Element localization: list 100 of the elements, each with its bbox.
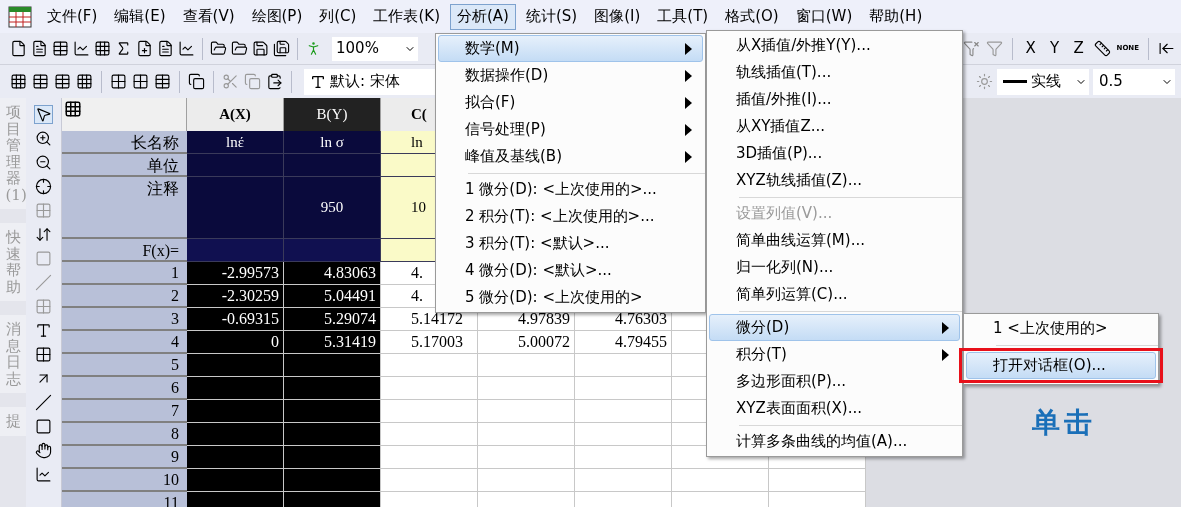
ruler-icon[interactable] — [1093, 40, 1111, 57]
chart-icon[interactable] — [35, 466, 52, 483]
text-tool-icon[interactable] — [35, 322, 52, 339]
row-header: 10 — [62, 469, 187, 492]
add-file-icon[interactable] — [136, 40, 153, 57]
line-width-dropdown[interactable]: 0.5 — [1093, 68, 1175, 95]
menu-item[interactable]: 列(C) — [312, 3, 364, 30]
line-icon[interactable] — [35, 394, 52, 411]
menu-item[interactable]: 多边形面积(P)... — [709, 368, 960, 395]
menu-item[interactable]: 工作表(K) — [366, 3, 447, 30]
axis-button[interactable]: Z — [1069, 37, 1088, 60]
menu-item[interactable]: 格式(O) — [718, 3, 786, 30]
menu-item[interactable]: XYZ表面面积(X)... — [709, 395, 960, 422]
font-icon — [310, 73, 326, 90]
row-header: 2 — [62, 285, 187, 308]
corner-cell[interactable] — [62, 98, 187, 131]
row-header: 9 — [62, 446, 187, 469]
submenu-arrow-icon — [685, 96, 692, 109]
menu-item[interactable]: 归一化列(N)... — [709, 254, 960, 281]
filter-icon[interactable] — [962, 40, 980, 57]
menu-item[interactable]: 打开对话框(O)... — [966, 352, 1156, 379]
table-cell: -2.30259 — [187, 285, 284, 308]
arrows-icon[interactable] — [35, 226, 52, 243]
table-icon[interactable] — [54, 73, 71, 90]
row-header: F(x)= — [62, 239, 187, 262]
menu-item[interactable]: 统计(S) — [518, 3, 585, 30]
zoom-dropdown[interactable]: 100% — [332, 36, 418, 61]
menu-item[interactable]: 积分(T) — [709, 341, 960, 368]
crosshair-icon[interactable] — [35, 178, 52, 195]
submenu-arrow-icon — [685, 42, 692, 55]
menu-item[interactable]: 帮助(H) — [862, 3, 930, 30]
annotation-text: 单击 — [1032, 405, 1096, 441]
matrix-icon[interactable] — [94, 40, 111, 57]
row-header: 5 — [62, 354, 187, 377]
menu-item[interactable]: 工具(T) — [650, 3, 716, 30]
notes-icon[interactable] — [157, 40, 174, 57]
menu-item[interactable]: 3D插值(P)... — [709, 140, 960, 167]
table-cell: lnέ — [187, 131, 284, 154]
pointer-icon[interactable] — [35, 106, 52, 123]
menu-item[interactable]: 简单曲线运算(M)... — [709, 227, 960, 254]
table-cell: 5.00072 — [478, 331, 575, 354]
table-cell: ln σ — [284, 131, 381, 154]
menu-item[interactable]: 窗口(W) — [788, 3, 860, 30]
table-cell: 4.79455 — [575, 331, 672, 354]
menu-item[interactable]: 文件(F) — [40, 3, 105, 30]
hand-icon[interactable] — [35, 442, 52, 459]
table-cell: 4.83063 — [284, 262, 381, 285]
table-icon[interactable] — [132, 73, 149, 90]
save-icon[interactable] — [252, 40, 269, 57]
worksheet-icon[interactable] — [52, 40, 69, 57]
submenu-arrow-icon — [942, 321, 949, 334]
submenu-arrow-icon — [685, 123, 692, 136]
axis-button[interactable]: X — [1021, 37, 1040, 60]
menu-item[interactable]: 插值/外推(I)... — [709, 86, 960, 113]
column-header[interactable]: A(X) — [187, 98, 284, 131]
menu-item[interactable]: 绘图(P) — [244, 3, 310, 30]
copy-icon[interactable] — [188, 73, 205, 90]
row-header: 4 — [62, 331, 187, 354]
table-icon[interactable] — [76, 73, 93, 90]
row-header: 11 — [62, 492, 187, 507]
folder-icon[interactable] — [210, 40, 227, 57]
table-icon[interactable] — [154, 73, 171, 90]
table-cell: 5.29074 — [284, 308, 381, 331]
menu-item[interactable]: 1 <上次使用的> — [966, 315, 1156, 342]
save-icon[interactable] — [273, 40, 290, 57]
table-cell: 5.04491 — [284, 285, 381, 308]
arrow-left-icon[interactable] — [1158, 40, 1175, 57]
menu-item[interactable]: 查看(V) — [175, 3, 242, 30]
table-icon[interactable] — [110, 73, 127, 90]
line-style-dropdown[interactable]: 实线 — [997, 68, 1089, 95]
grid-icon[interactable] — [35, 346, 52, 363]
row-header: 单位 — [62, 154, 187, 177]
menu-item[interactable]: 数学(M) — [438, 35, 703, 62]
column-header[interactable]: B(Y) — [284, 98, 381, 131]
menu-item[interactable]: 图像(I) — [587, 3, 648, 30]
row-header: 长名称 — [62, 131, 187, 154]
app-icon — [8, 5, 32, 28]
rectangle-icon[interactable] — [35, 418, 52, 435]
menu-item[interactable]: 编辑(E) — [107, 3, 173, 30]
new-file-icon[interactable] — [10, 40, 27, 57]
submenu-arrow-icon — [685, 69, 692, 82]
menu-item[interactable]: 简单列运算(C)... — [709, 281, 960, 308]
table-icon[interactable] — [32, 73, 49, 90]
menu-item[interactable]: 分析(A) — [450, 3, 516, 30]
row-header: 7 — [62, 400, 187, 423]
zoom-out-icon[interactable] — [35, 154, 52, 171]
row-header: 注释 — [62, 177, 187, 239]
menu-item[interactable]: 从XY插值Z... — [709, 113, 960, 140]
menu-item[interactable]: 微分(D) — [709, 314, 960, 341]
menu-item[interactable]: 从X插值/外推Y(Y)... — [709, 32, 960, 59]
menu-item[interactable]: XYZ轨线插值(Z)... — [709, 167, 960, 194]
zoom-in-icon[interactable] — [35, 130, 52, 147]
menu-item[interactable]: 计算多条曲线的均值(A)... — [709, 428, 960, 455]
axis-button[interactable]: Y — [1045, 37, 1064, 60]
graph-icon[interactable] — [73, 40, 90, 57]
menu-item[interactable]: 轨线插值(T)... — [709, 59, 960, 86]
document-icon[interactable] — [31, 40, 48, 57]
folder-icon[interactable] — [231, 40, 248, 57]
table-icon[interactable] — [10, 73, 27, 90]
paste-icon[interactable] — [266, 73, 283, 90]
